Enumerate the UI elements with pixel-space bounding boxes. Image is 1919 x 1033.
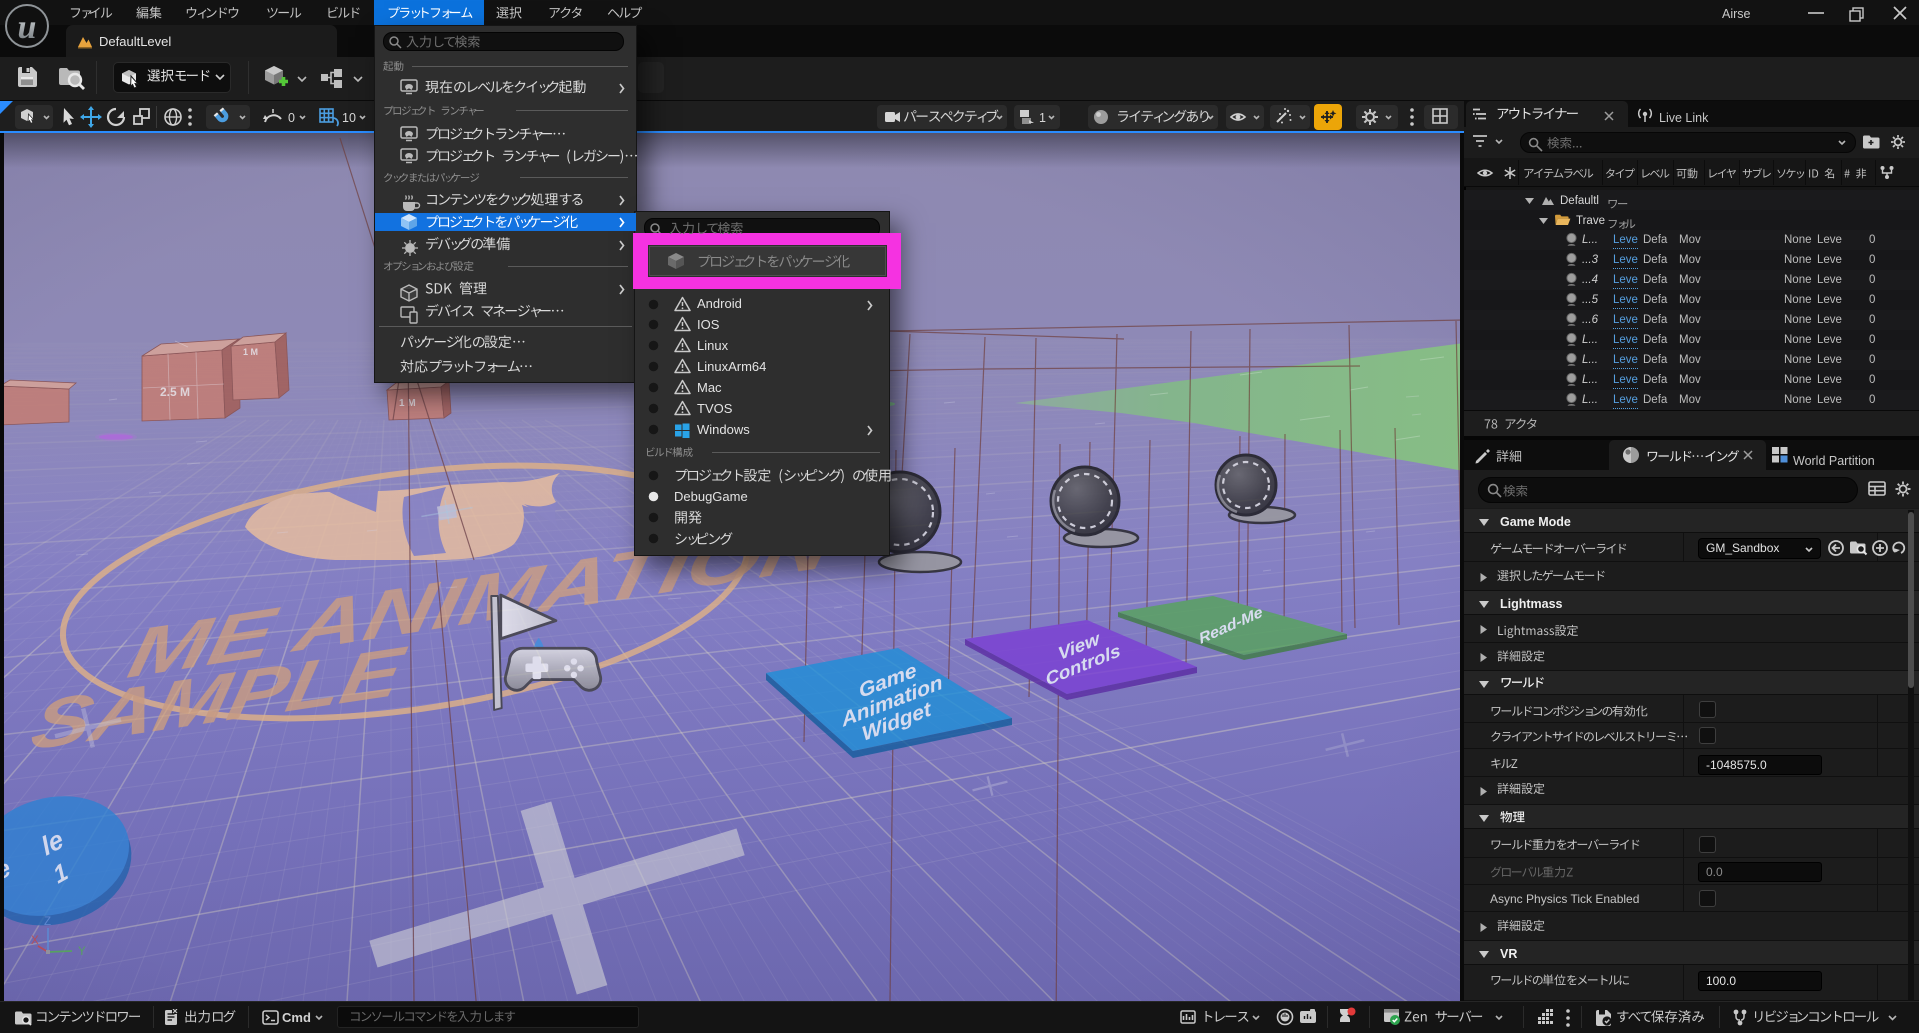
svg-text:X: X — [31, 935, 39, 947]
svg-text:Z: Z — [44, 916, 51, 928]
svg-text:1 M: 1 M — [243, 347, 258, 357]
svg-text:u: u — [18, 9, 37, 46]
svg-text:Y: Y — [78, 946, 86, 958]
svg-text:1 M: 1 M — [399, 398, 416, 409]
